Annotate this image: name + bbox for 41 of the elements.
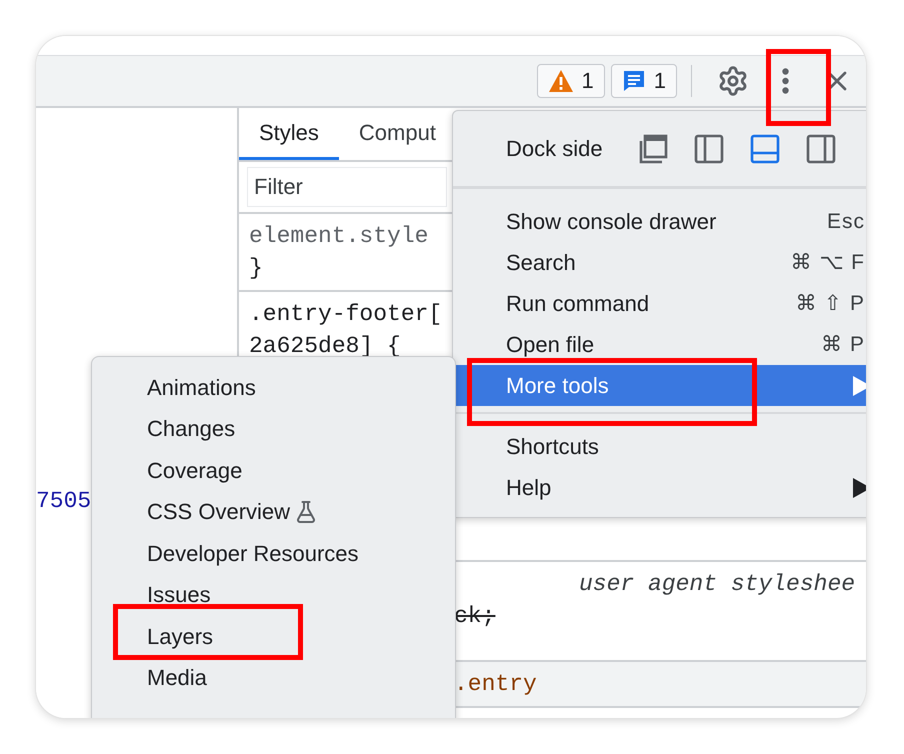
message-icon (622, 69, 646, 93)
css-line: ck; (454, 602, 496, 631)
menu-item[interactable]: CSS Overview (92, 492, 455, 533)
menu-item[interactable]: Help (453, 467, 866, 508)
dock-icon (636, 132, 669, 164)
menu-item[interactable]: Search ⌘ ⌥ F (453, 242, 866, 283)
menu-item[interactable]: Developer Resources (92, 533, 455, 574)
rule-origin: user agent styleshee (579, 570, 856, 599)
menu-item[interactable]: Show console drawer Esc (453, 201, 866, 242)
dock-side-label: Dock side (506, 136, 603, 162)
menu-item[interactable]: Animations (92, 367, 455, 408)
kebab-menu-icon (782, 68, 788, 94)
submenu-arrow-icon (853, 478, 866, 498)
shortcut-text: ⌘ ⌥ F (790, 250, 865, 275)
menu-item[interactable]: More tools (453, 365, 866, 406)
message-badge[interactable]: 1 (610, 64, 677, 98)
menu-item[interactable]: Changes (92, 408, 455, 450)
menu-item[interactable]: Shortcuts (453, 426, 866, 467)
warning-badge[interactable]: 1 (536, 64, 605, 98)
css-line: element.style (249, 222, 428, 251)
shortcut-text: Esc (826, 210, 865, 234)
css-line: .entry (454, 670, 537, 699)
dock-icon (804, 132, 837, 164)
css-line: .entry-footer[ (249, 300, 442, 329)
menu-item[interactable]: Media (92, 658, 455, 699)
menu-item[interactable]: Coverage (92, 450, 455, 492)
menu-item[interactable]: Issues (92, 574, 455, 616)
dock-icon (748, 132, 781, 164)
shortcut-text: ⌘ P (821, 332, 865, 357)
settings-icon (717, 65, 749, 97)
dock-icon (692, 132, 725, 164)
panel-tab[interactable]: Comput (338, 108, 456, 160)
warning-icon (548, 69, 574, 93)
code-text: 7505 (36, 488, 92, 514)
css-line: 2a625de8] { (249, 332, 401, 361)
css-line: } (249, 254, 263, 283)
panel-tab[interactable]: Styles (239, 108, 339, 160)
menu-item[interactable]: Run command ⌘ ⇧ P (453, 283, 866, 324)
menu-item[interactable]: Layers (92, 616, 455, 658)
shortcut-text: ⌘ ⇧ P (795, 291, 865, 316)
filter-field[interactable]: Filter (247, 167, 447, 207)
